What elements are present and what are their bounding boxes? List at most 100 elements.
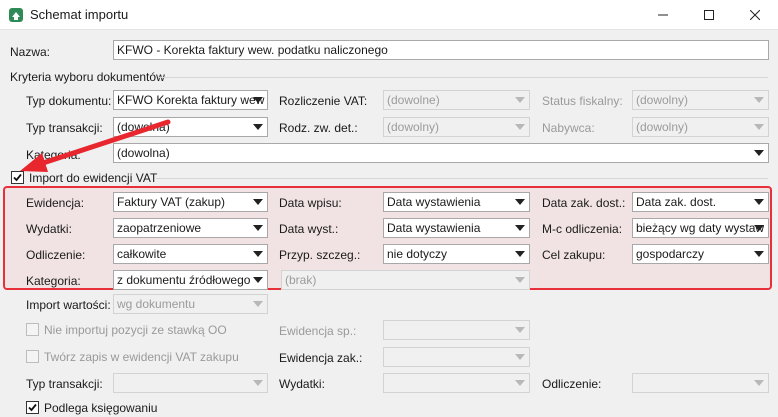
minimize-button[interactable] xyxy=(640,0,686,30)
nazwa-input[interactable]: KFWO - Korekta faktury wew. podatku nali… xyxy=(113,40,769,60)
status-fiskalny-select[interactable]: (dowolny) xyxy=(632,90,769,110)
data-wpisu-label: Data wpisu: xyxy=(279,196,342,210)
import-vat-label: Import do ewidencji VAT xyxy=(29,171,158,185)
window-title: Schemat importu xyxy=(30,7,129,22)
lower-typ-transakcji-select[interactable] xyxy=(113,373,268,393)
chevron-down-icon xyxy=(754,97,764,103)
ewidencja-sp-select[interactable] xyxy=(383,320,530,340)
vat-kategoria-2-select[interactable]: (brak) xyxy=(281,270,530,290)
mc-odliczenia-label: M-c odliczenia: xyxy=(542,222,623,236)
chevron-down-icon xyxy=(515,354,525,360)
vat-kategoria-2-value: (brak) xyxy=(285,273,317,287)
rodz-zw-det-select[interactable]: (dowolny) xyxy=(383,117,530,137)
chevron-down-icon xyxy=(253,225,263,231)
chevron-down-icon xyxy=(754,251,764,257)
section-divider xyxy=(156,178,768,179)
chevron-down-icon xyxy=(515,251,525,257)
wydatki-select[interactable]: zaopatrzeniowe xyxy=(113,218,268,238)
import-wartosci-value: wg dokumentu xyxy=(117,297,196,311)
kategoria-label: Kategoria: xyxy=(26,148,81,162)
rodz-zw-det-label: Rodz. zw. det.: xyxy=(279,121,358,135)
przyp-szczeg-select[interactable]: nie dotyczy xyxy=(383,244,530,264)
data-zak-dost-select[interactable]: Data zak. dost. xyxy=(632,192,769,212)
import-vat-checkbox[interactable] xyxy=(11,171,24,184)
data-wyst-label: Data wyst.: xyxy=(279,222,339,236)
chevron-down-icon xyxy=(515,380,525,386)
minimize-icon xyxy=(658,14,668,16)
chevron-down-icon xyxy=(253,301,263,307)
chevron-down-icon xyxy=(515,327,525,333)
mc-odliczenia-select[interactable]: bieżący wg daty wystaw xyxy=(632,218,769,238)
status-fiskalny-label: Status fiskalny: xyxy=(542,94,623,108)
nazwa-value: KFWO - Korekta faktury wew. podatku nali… xyxy=(117,43,388,57)
chevron-down-icon xyxy=(754,124,764,130)
tworz-zapis-checkbox[interactable] xyxy=(26,350,39,363)
kryteria-section-title: Kryteria wyboru dokumentów xyxy=(10,70,165,84)
chevron-down-icon xyxy=(754,199,764,205)
ewidencja-sp-label: Ewidencja sp.: xyxy=(279,324,357,338)
ewidencja-select[interactable]: Faktury VAT (zakup) xyxy=(113,192,268,212)
status-fiskalny-value: (dowolny) xyxy=(636,93,689,107)
close-button[interactable] xyxy=(732,0,778,30)
chevron-down-icon xyxy=(515,277,525,283)
przyp-szczeg-label: Przyp. szczeg.: xyxy=(279,248,361,262)
section-divider xyxy=(158,77,768,78)
typ-transakcji-select[interactable]: (dowolna) xyxy=(113,117,268,137)
nie-importuj-label: Nie importuj pozycji ze stawką OO xyxy=(44,323,227,337)
chevron-down-icon xyxy=(253,124,263,130)
checkmark-icon xyxy=(28,403,37,412)
nabywca-value: (dowolny) xyxy=(636,120,689,134)
import-wartosci-label: Import wartości: xyxy=(26,298,111,312)
vat-kategoria-label: Kategoria: xyxy=(26,274,81,288)
wydatki-label: Wydatki: xyxy=(26,222,72,236)
kategoria-select[interactable]: (dowolna) xyxy=(113,143,769,163)
chevron-down-icon xyxy=(515,124,525,130)
cel-zakupu-value: gospodarczy xyxy=(636,247,705,261)
lower-odliczenie-select[interactable] xyxy=(632,373,769,393)
ewidencja-label: Ewidencja: xyxy=(26,196,85,210)
data-wpisu-select[interactable]: Data wystawienia xyxy=(383,192,530,212)
close-icon xyxy=(750,10,760,20)
nabywca-select[interactable]: (dowolny) xyxy=(632,117,769,137)
tworz-zapis-label: Twórz zapis w ewidencji VAT zakupu xyxy=(44,350,239,364)
chevron-down-icon xyxy=(754,380,764,386)
typ-dokumentu-value: KFWO Korekta faktury wew xyxy=(117,93,265,107)
import-wartosci-select[interactable]: wg dokumentu xyxy=(113,294,268,314)
lower-odliczenie-label: Odliczenie: xyxy=(542,377,602,391)
cel-zakupu-select[interactable]: gospodarczy xyxy=(632,244,769,264)
wydatki-value: zaopatrzeniowe xyxy=(117,221,202,235)
lower-typ-transakcji-label: Typ transakcji: xyxy=(26,377,103,391)
chevron-down-icon xyxy=(515,97,525,103)
cel-zakupu-label: Cel zakupu: xyxy=(542,248,606,262)
vat-kategoria-select[interactable]: z dokumentu źródłowego xyxy=(113,270,268,290)
vat-kategoria-value: z dokumentu źródłowego xyxy=(117,273,251,287)
odliczenie-select[interactable]: całkowite xyxy=(113,244,268,264)
rozliczenie-vat-select[interactable]: (dowolne) xyxy=(383,90,530,110)
odliczenie-value: całkowite xyxy=(117,247,167,261)
chevron-down-icon xyxy=(253,380,263,386)
mc-odliczenia-value: bieżący wg daty wystaw xyxy=(636,221,765,235)
chevron-down-icon xyxy=(253,199,263,205)
data-wyst-select[interactable]: Data wystawienia xyxy=(383,218,530,238)
typ-dokumentu-label: Typ dokumentu: xyxy=(26,94,112,108)
odliczenie-label: Odliczenie: xyxy=(26,248,86,262)
data-zak-dost-value: Data zak. dost. xyxy=(636,195,717,209)
typ-dokumentu-select[interactable]: KFWO Korekta faktury wew xyxy=(113,90,268,110)
ewidencja-zak-label: Ewidencja zak.: xyxy=(279,351,363,365)
podlega-checkbox[interactable] xyxy=(26,401,39,414)
maximize-button[interactable] xyxy=(686,0,732,30)
app-logo-icon xyxy=(9,8,23,22)
data-wpisu-value: Data wystawienia xyxy=(387,195,481,209)
title-bar: Schemat importu xyxy=(0,0,778,30)
ewidencja-zak-select[interactable] xyxy=(383,347,530,367)
data-zak-dost-label: Data zak. dost.: xyxy=(542,196,626,210)
nabywca-label: Nabywca: xyxy=(542,121,595,135)
przyp-szczeg-value: nie dotyczy xyxy=(387,247,448,261)
nazwa-label: Nazwa: xyxy=(10,45,51,59)
chevron-down-icon xyxy=(515,225,525,231)
chevron-down-icon xyxy=(754,150,764,156)
kategoria-value: (dowolna) xyxy=(117,146,170,160)
lower-wydatki-select[interactable] xyxy=(383,373,530,393)
data-wyst-value: Data wystawienia xyxy=(387,221,481,235)
nie-importuj-checkbox[interactable] xyxy=(26,323,39,336)
